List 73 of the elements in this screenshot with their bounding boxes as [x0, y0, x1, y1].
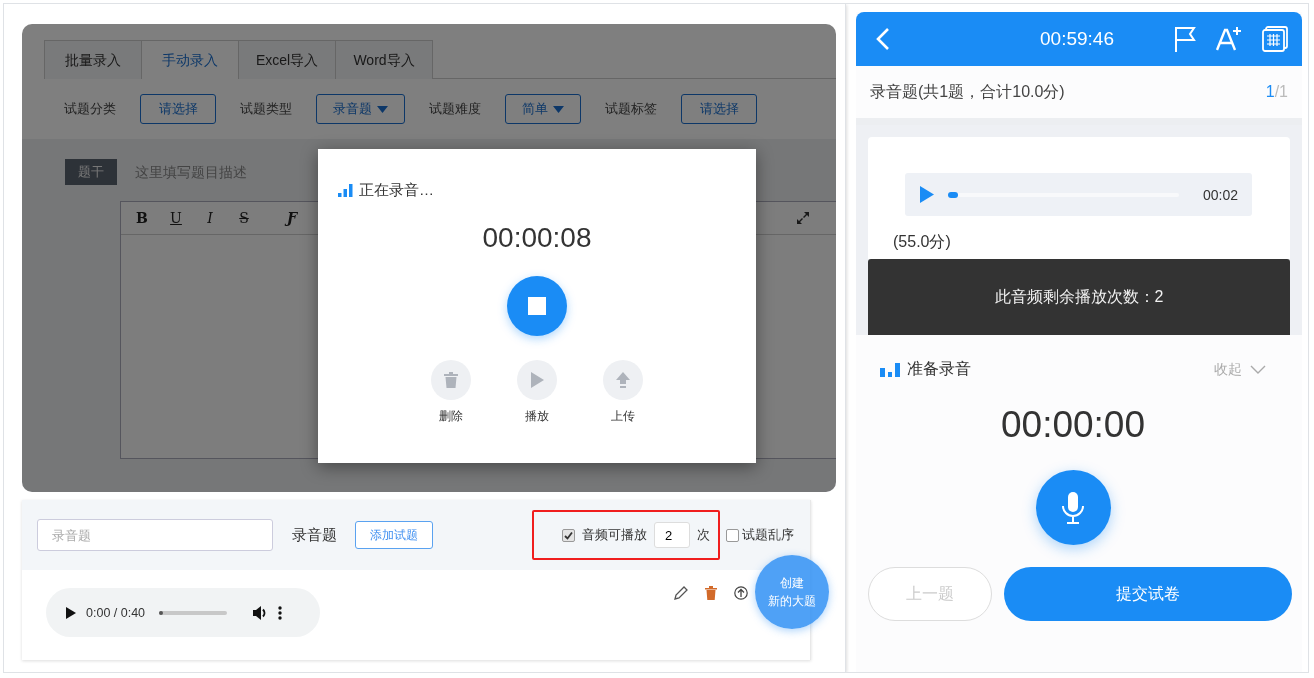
question-type: 录音题 [292, 525, 337, 545]
submit-button[interactable]: 提交试卷 [1004, 567, 1292, 621]
caret-icon [553, 105, 564, 113]
toast: 此音频剩余播放次数：2 [868, 259, 1290, 335]
upload-icon [616, 372, 630, 388]
toolbar-button[interactable]: B [135, 210, 149, 226]
page-counter: 1/1 [1265, 83, 1288, 101]
checkbox-label: 试题乱序 [742, 526, 794, 544]
seek-bar[interactable] [159, 610, 228, 615]
exam-timer: 00:59:46 [1040, 28, 1114, 50]
toolbar-button[interactable]: U [169, 210, 183, 226]
record-button[interactable] [1035, 470, 1111, 545]
pencil-icon[interactable] [674, 586, 688, 600]
microphone-icon [1061, 490, 1085, 525]
checkbox[interactable] [726, 528, 739, 542]
arrow-up-circle-icon[interactable] [734, 586, 748, 600]
filter-label: 试题标签 [605, 100, 657, 118]
tab[interactable]: Word导入 [335, 40, 433, 79]
count-field[interactable]: 2 [654, 522, 690, 548]
unit-label: 次 [697, 526, 710, 544]
audio-bars-icon [880, 362, 901, 377]
recording-timer: 00:00:08 [482, 222, 592, 254]
tab[interactable]: Excel导入 [238, 40, 336, 79]
dropdown[interactable]: 录音题 [316, 94, 405, 124]
play-button[interactable] [517, 360, 557, 400]
tab[interactable]: 批量录入 [44, 40, 142, 79]
select-button[interactable]: 请选择 [681, 94, 757, 124]
more-icon[interactable] [278, 605, 283, 620]
toolbar-button[interactable]: S [237, 210, 251, 226]
section-name-field[interactable]: 录音题 [37, 519, 273, 551]
stop-button[interactable] [507, 276, 567, 336]
playback-time: 00:02 [1202, 186, 1238, 203]
add-question-button[interactable]: 添加试题 [355, 521, 433, 549]
checkbox[interactable] [562, 528, 575, 542]
action-label: 播放 [525, 408, 549, 425]
section-title: 录音题(共1题，合计10.0分) [870, 81, 1066, 102]
action-label: 上传 [611, 408, 635, 425]
font-size-icon[interactable] [1215, 27, 1242, 51]
checkbox-label: 音频可播放 [582, 526, 647, 544]
playback-time: 0:00 / 0:40 [86, 605, 146, 620]
filter-label: 试题类型 [240, 100, 292, 118]
stop-icon [528, 297, 546, 315]
audio-player[interactable]: 00:02 [905, 173, 1252, 216]
play-icon[interactable] [66, 606, 76, 619]
toolbar-button[interactable]: Ƒ [285, 210, 299, 226]
action-label: 删除 [439, 408, 463, 425]
seek-bar[interactable] [948, 192, 1179, 197]
back-icon[interactable] [876, 27, 890, 51]
delete-button[interactable] [431, 360, 471, 400]
recording-status: 正在录音… [359, 181, 434, 200]
create-section-button[interactable]: 创建 新的大题 [755, 555, 829, 629]
filter-label: 试题分类 [64, 100, 116, 118]
dropdown[interactable]: 简单 [505, 94, 581, 124]
toolbar-button[interactable]: I [203, 210, 217, 226]
caret-icon [377, 105, 388, 113]
stem-label: 题干 [65, 159, 117, 185]
answer-sheet-icon[interactable] [1261, 26, 1288, 52]
upload-button[interactable] [603, 360, 643, 400]
chevron-down-icon[interactable] [1250, 365, 1266, 374]
select-button[interactable]: 请选择 [140, 94, 216, 124]
trash-icon[interactable] [705, 586, 717, 600]
audio-player[interactable]: 0:00 / 0:40 [46, 588, 320, 637]
recorder-status: 准备录音 [907, 359, 971, 379]
flag-icon[interactable] [1173, 26, 1196, 52]
filter-label: 试题难度 [429, 100, 481, 118]
recorder-timer: 00:00:00 [1001, 404, 1145, 446]
trash-icon [444, 372, 458, 388]
play-icon [530, 372, 544, 388]
score-text: (55.0分) [893, 232, 952, 252]
collapse-link[interactable]: 收起 [1214, 360, 1242, 379]
audio-bars-icon [338, 184, 353, 197]
expand-icon[interactable] [796, 211, 810, 225]
tab[interactable]: 手动录入 [141, 40, 239, 79]
